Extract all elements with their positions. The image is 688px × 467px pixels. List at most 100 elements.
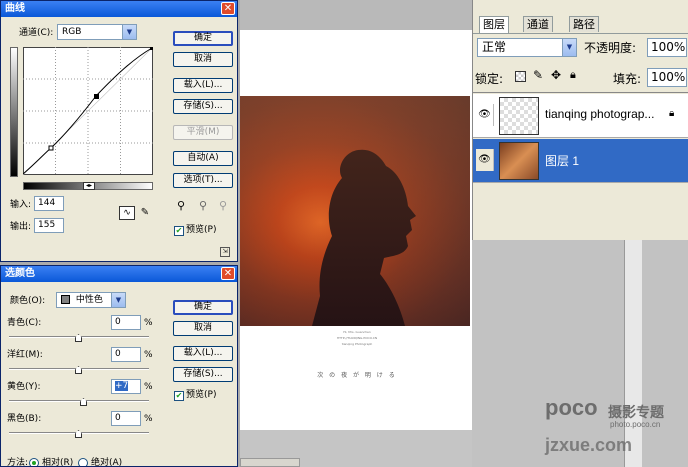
black-field[interactable]: 0 bbox=[111, 411, 141, 426]
white-eyedropper-icon[interactable]: ⚲ bbox=[219, 199, 227, 212]
layer-name: 图层 1 bbox=[545, 154, 580, 168]
eye-icon[interactable]: 👁︎ bbox=[476, 149, 494, 171]
curves-options-button[interactable]: 选项(T)... bbox=[173, 173, 233, 188]
cyan-unit: % bbox=[144, 318, 153, 328]
opacity-label: 不透明度: bbox=[584, 41, 637, 55]
lock-brush-icon[interactable]: ✎ bbox=[533, 68, 543, 82]
curves-save-button[interactable]: 存储(S)... bbox=[173, 99, 233, 114]
selective-color-dialog: 选颜色 ✕ 颜色(O): 中性色 ▼ 青色(C): 0 % 洋红(M): 0 %… bbox=[0, 265, 238, 467]
fill-label: 填充: bbox=[613, 72, 642, 86]
curves-dialog: 曲线 ✕ 通道(C): RGB ▼ ◂▸ 输入: 144 输出: 155 ∿ ✎… bbox=[0, 0, 238, 262]
selective-preview-checkbox[interactable]: ✔ bbox=[174, 391, 184, 401]
colors-select[interactable]: 中性色 ▼ bbox=[56, 292, 126, 308]
lock-label: 锁定: bbox=[475, 72, 504, 86]
black-label: 黑色(B): bbox=[7, 414, 42, 424]
layers-panel: 图层 通道 路径 正常 ▼ 不透明度: 100% 锁定: ✎ ✥ 🔒︎ 填充: … bbox=[472, 0, 688, 240]
chevron-down-icon: ▼ bbox=[111, 293, 125, 307]
layer-row[interactable]: 👁︎ tianqing photograp... 🔒︎ bbox=[473, 94, 688, 138]
right-gray-area bbox=[472, 240, 688, 467]
watermark-site: jzxue.com bbox=[545, 435, 633, 455]
pencil-tool-icon[interactable]: ✎ bbox=[138, 206, 152, 220]
lock-transparent-icon[interactable] bbox=[515, 71, 526, 82]
curves-smooth-button: 平滑(M) bbox=[173, 125, 233, 140]
panel-tab-line bbox=[473, 33, 688, 34]
colors-label: 颜色(O): bbox=[10, 296, 46, 306]
magenta-label: 洋红(M): bbox=[7, 350, 43, 360]
relative-radio[interactable] bbox=[29, 458, 39, 466]
absolute-radio[interactable] bbox=[78, 458, 88, 466]
channel-select[interactable]: RGB ▼ bbox=[57, 24, 137, 40]
curve-tool-icon[interactable]: ∿ bbox=[119, 206, 135, 220]
curve-graph[interactable] bbox=[23, 47, 153, 175]
selective-color-title: 选颜色 bbox=[1, 266, 237, 282]
black-unit: % bbox=[144, 414, 153, 424]
opacity-field[interactable]: 100% bbox=[647, 38, 687, 57]
blend-mode-select[interactable]: 正常 ▼ bbox=[477, 38, 577, 57]
caption-line-3: tianqing Photograph bbox=[341, 342, 373, 346]
yellow-label: 黄色(Y): bbox=[7, 382, 41, 392]
tab-channels[interactable]: 通道 bbox=[523, 16, 553, 32]
colors-value: 中性色 bbox=[75, 295, 103, 305]
layer-list-divider bbox=[473, 92, 688, 93]
black-eyedropper-icon[interactable]: ⚲ bbox=[177, 199, 185, 212]
layer-row-selected[interactable]: 👁︎ 图层 1 bbox=[473, 139, 688, 183]
output-gradient-bar bbox=[10, 47, 18, 177]
layer-lock-icon: 🔒︎ bbox=[669, 108, 675, 119]
document-canvas[interactable]: Hi, Mrs. Guanchen HTTP://TIANQING.POCO.C… bbox=[240, 30, 474, 430]
lock-move-icon[interactable]: ✥ bbox=[551, 68, 561, 82]
canvas-scrollbar[interactable] bbox=[240, 458, 300, 467]
layer-name: tianqing photograp... bbox=[545, 107, 655, 121]
yellow-slider-track[interactable] bbox=[9, 400, 149, 402]
channel-value: RGB bbox=[62, 27, 82, 37]
yellow-field[interactable]: +7 bbox=[111, 379, 141, 394]
tab-layers[interactable]: 图层 bbox=[479, 16, 509, 33]
silhouette bbox=[240, 96, 470, 326]
watermark-poco: poco bbox=[545, 395, 598, 420]
curves-title: 曲线 bbox=[1, 1, 237, 17]
curves-ok-button[interactable]: 确定 bbox=[173, 31, 233, 46]
caption-line-2: HTTP://TIANQING.POCO.CN bbox=[336, 336, 378, 340]
caption-line-1: Hi, Mrs. Guanchen bbox=[343, 330, 371, 334]
cyan-field[interactable]: 0 bbox=[111, 315, 141, 330]
fill-field[interactable]: 100% bbox=[647, 68, 687, 87]
selective-color-close-button[interactable]: ✕ bbox=[221, 267, 235, 280]
tab-paths[interactable]: 路径 bbox=[569, 16, 599, 32]
cyan-label: 青色(C): bbox=[7, 318, 42, 328]
input-label: 输入: bbox=[10, 200, 32, 210]
blend-mode-value: 正常 bbox=[482, 40, 507, 54]
watermark-title: 摄影专题 bbox=[608, 404, 664, 420]
right-scroll-strip bbox=[624, 240, 642, 467]
layer-thumbnail bbox=[499, 97, 539, 135]
input-field[interactable]: 144 bbox=[34, 196, 64, 211]
method-label: 方法: bbox=[7, 458, 29, 467]
curves-cancel-button[interactable]: 取消 bbox=[173, 52, 233, 67]
curve-point-1 bbox=[48, 145, 54, 151]
gray-eyedropper-icon[interactable]: ⚲ bbox=[199, 199, 207, 212]
absolute-label: 绝对(A) bbox=[91, 458, 123, 467]
output-label: 输出: bbox=[10, 222, 32, 232]
selective-cancel-button[interactable]: 取消 bbox=[173, 321, 233, 336]
selective-load-button[interactable]: 载入(L)... bbox=[173, 346, 233, 361]
gradient-toggle-icon[interactable]: ◂▸ bbox=[83, 182, 95, 190]
curves-preview-checkbox[interactable]: ✔ bbox=[174, 226, 184, 236]
eye-icon[interactable]: 👁︎ bbox=[476, 104, 494, 126]
curves-load-button[interactable]: 载入(L)... bbox=[173, 78, 233, 93]
curves-close-button[interactable]: ✕ bbox=[221, 2, 235, 15]
selective-preview-label: 预览(P) bbox=[186, 390, 217, 400]
selective-ok-button[interactable]: 确定 bbox=[173, 300, 233, 315]
japanese-caption: 次 の 夜 が 明 け る bbox=[317, 372, 397, 379]
magenta-field[interactable]: 0 bbox=[111, 347, 141, 362]
curves-auto-button[interactable]: 自动(A) bbox=[173, 151, 233, 166]
output-field[interactable]: 155 bbox=[34, 218, 64, 233]
neutral-swatch bbox=[61, 295, 70, 304]
curves-preview-label: 预览(P) bbox=[186, 225, 217, 235]
selective-save-button[interactable]: 存储(S)... bbox=[173, 367, 233, 382]
channel-label: 通道(C): bbox=[19, 28, 54, 38]
relative-label: 相对(R) bbox=[42, 458, 74, 467]
yellow-value: +7 bbox=[115, 381, 129, 391]
canvas-top-bar bbox=[240, 0, 472, 30]
chevron-down-icon: ▼ bbox=[122, 25, 136, 39]
resize-icon[interactable]: ⇲ bbox=[220, 247, 230, 257]
lock-all-icon[interactable]: 🔒︎ bbox=[570, 68, 576, 82]
watermark-url: photo.poco.cn bbox=[610, 420, 661, 429]
